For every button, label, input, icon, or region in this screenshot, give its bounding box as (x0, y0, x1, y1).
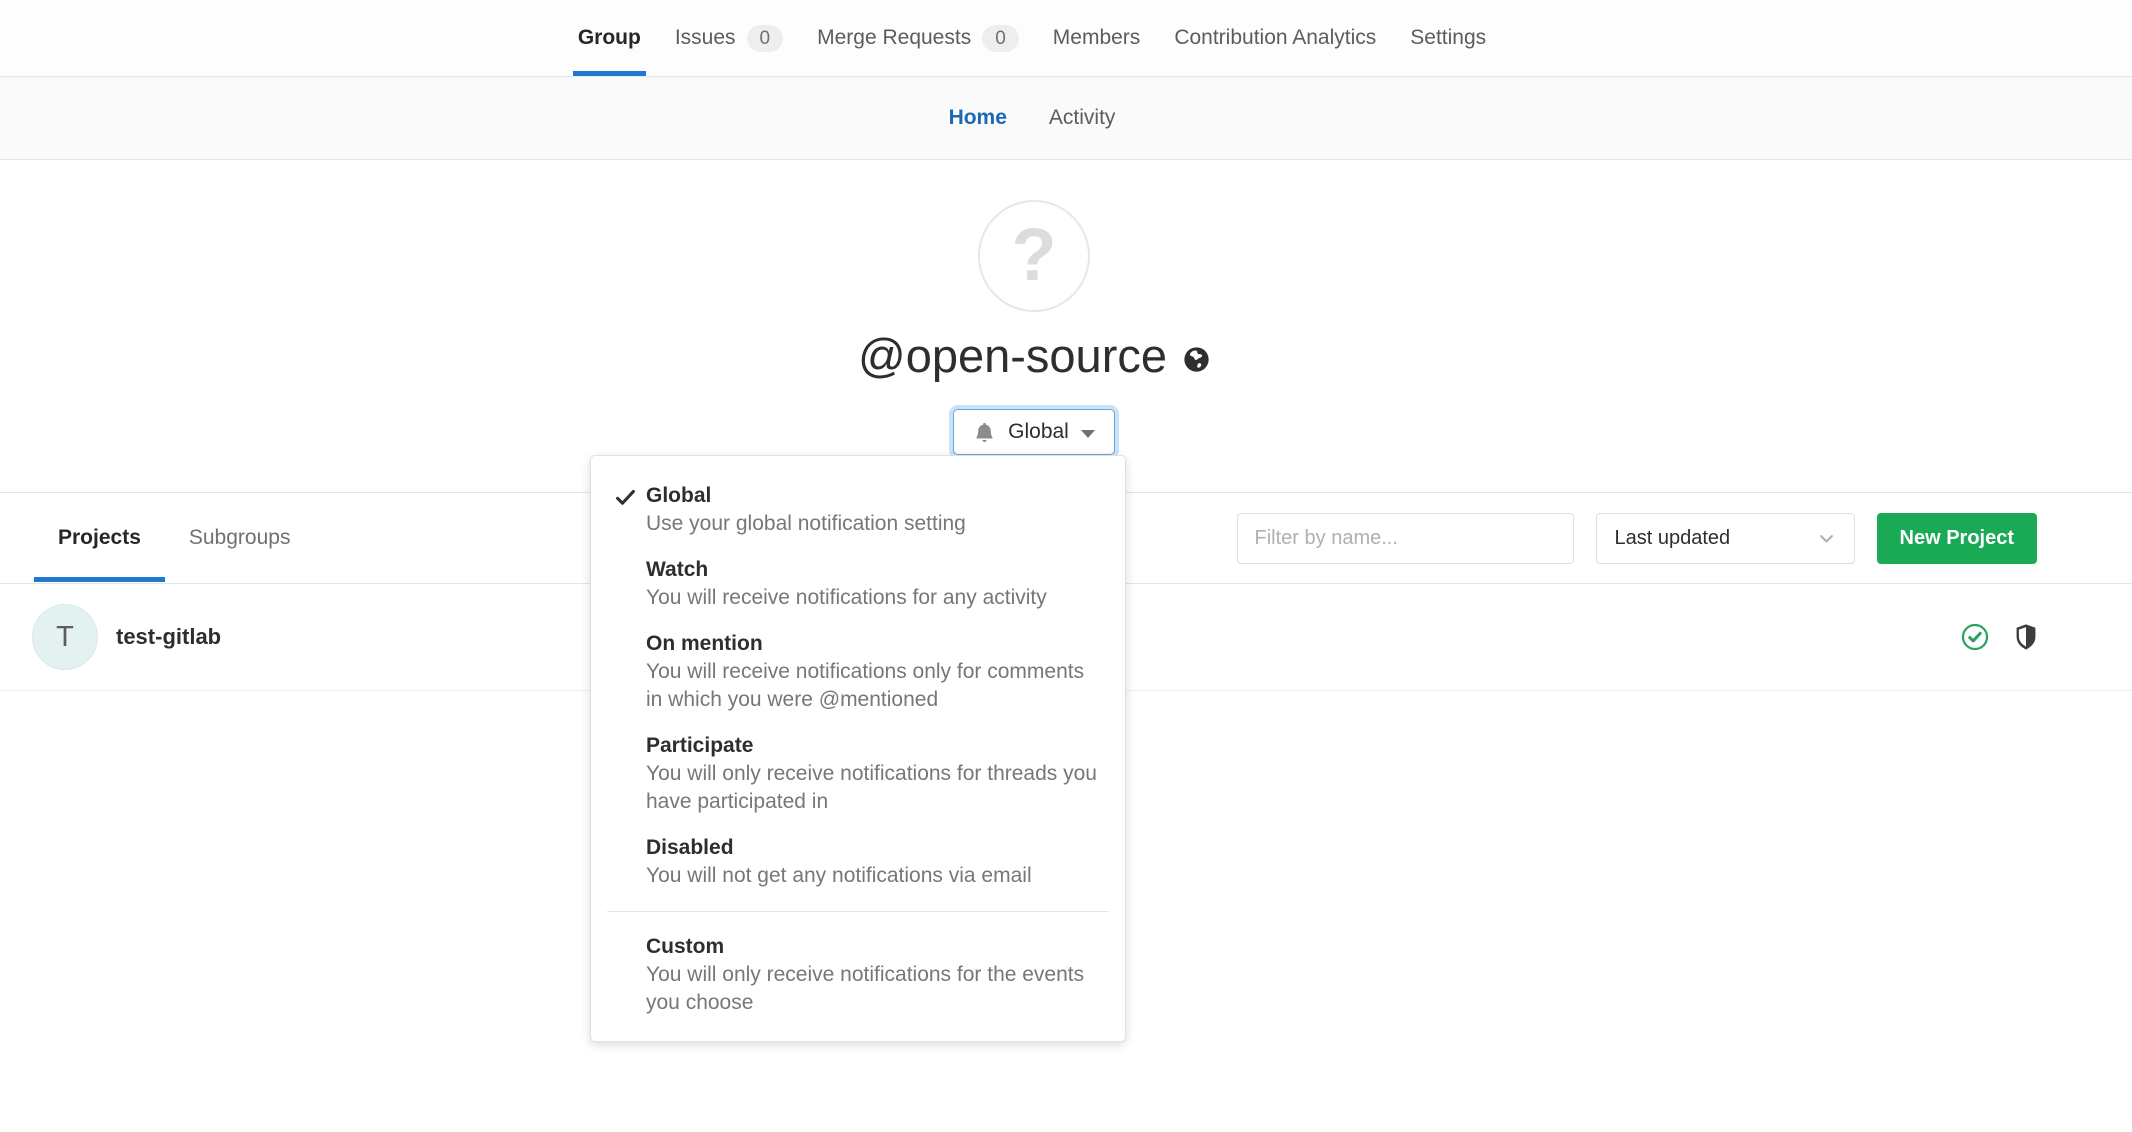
projects-controls: Last updated New Project (1237, 513, 2037, 564)
project-name-link[interactable]: test-gitlab (116, 624, 221, 650)
dropdown-option-watch[interactable]: Watch You will receive notifications for… (591, 547, 1125, 621)
dropdown-option-title: Global (646, 482, 1099, 510)
dropdown-option-description: You will only receive notifications for … (646, 961, 1099, 1017)
tab-issues-label: Issues (675, 26, 736, 50)
tab-contribution-analytics[interactable]: Contribution Analytics (1157, 0, 1393, 76)
group-hero: ? @open-source Global (0, 160, 2132, 492)
sort-dropdown-label: Last updated (1615, 527, 1731, 550)
dropdown-option-description: You will receive notifications for any a… (646, 584, 1099, 612)
merge-requests-count-badge: 0 (982, 25, 1019, 52)
group-sub-nav: Home Activity (0, 77, 2132, 160)
page-title: @open-source (858, 328, 1210, 384)
group-top-nav-items: Group Issues 0 Merge Requests 0 Members … (561, 0, 1571, 76)
project-avatar: T (32, 604, 98, 670)
dropdown-option-global[interactable]: Global Use your global notification sett… (591, 473, 1125, 547)
tab-members[interactable]: Members (1036, 0, 1158, 76)
project-row-icons (1961, 623, 2037, 651)
dropdown-option-description: Use your global notification setting (646, 510, 1099, 538)
bell-icon (973, 421, 996, 444)
tab-contribution-analytics-label: Contribution Analytics (1174, 26, 1376, 50)
notification-level-label: Global (1008, 420, 1069, 444)
tab-subgroups[interactable]: Subgroups (165, 493, 315, 583)
tab-merge-requests[interactable]: Merge Requests 0 (800, 0, 1036, 76)
notification-dropdown-menu: Global Use your global notification sett… (590, 455, 1126, 1042)
tab-projects[interactable]: Projects (34, 493, 165, 583)
dropdown-option-description: You will only receive notifications for … (646, 760, 1099, 816)
subnav-item-activity[interactable]: Activity (1028, 106, 1137, 130)
tab-settings[interactable]: Settings (1393, 0, 1503, 76)
dropdown-option-title: On mention (646, 630, 1099, 658)
dropdown-option-title: Participate (646, 732, 1099, 760)
dropdown-divider (607, 911, 1109, 912)
sort-dropdown[interactable]: Last updated (1596, 513, 1855, 564)
caret-down-icon (1081, 430, 1095, 438)
dropdown-option-title: Watch (646, 556, 1099, 584)
globe-icon (1183, 346, 1210, 373)
dropdown-option-description: You will not get any notifications via e… (646, 862, 1099, 890)
tab-group-label: Group (578, 26, 641, 50)
notification-dropdown-button[interactable]: Global (953, 409, 1115, 455)
dropdown-option-on-mention[interactable]: On mention You will receive notification… (591, 621, 1125, 723)
filter-by-name-input[interactable] (1237, 513, 1574, 564)
check-circle-icon (1961, 623, 1989, 651)
tab-members-label: Members (1053, 26, 1141, 50)
group-sub-nav-items: Home Activity (928, 106, 1205, 130)
dropdown-option-title: Disabled (646, 834, 1099, 862)
dropdown-option-disabled[interactable]: Disabled You will not get any notificati… (591, 825, 1125, 899)
chevron-down-icon (1817, 529, 1836, 548)
subnav-item-home[interactable]: Home (928, 106, 1028, 130)
dropdown-option-title: Custom (646, 933, 1099, 961)
issues-count-badge: 0 (747, 25, 784, 52)
projects-tabs: Projects Subgroups (34, 493, 314, 583)
question-mark-icon: ? (1011, 212, 1056, 297)
tab-group[interactable]: Group (561, 0, 658, 76)
dropdown-option-participate[interactable]: Participate You will only receive notifi… (591, 723, 1125, 825)
dropdown-option-description: You will receive notifications only for … (646, 658, 1099, 714)
dropdown-option-custom[interactable]: Custom You will only receive notificatio… (591, 924, 1125, 1026)
new-project-button[interactable]: New Project (1877, 513, 2037, 564)
check-icon (614, 486, 637, 509)
tab-settings-label: Settings (1410, 26, 1486, 50)
tab-issues[interactable]: Issues 0 (658, 0, 800, 76)
group-top-nav: Group Issues 0 Merge Requests 0 Members … (0, 0, 2132, 77)
group-name: @open-source (858, 328, 1167, 384)
project-avatar-initial: T (56, 621, 74, 654)
group-avatar: ? (978, 200, 1090, 312)
shield-icon (2015, 624, 2037, 650)
tab-merge-requests-label: Merge Requests (817, 26, 971, 50)
